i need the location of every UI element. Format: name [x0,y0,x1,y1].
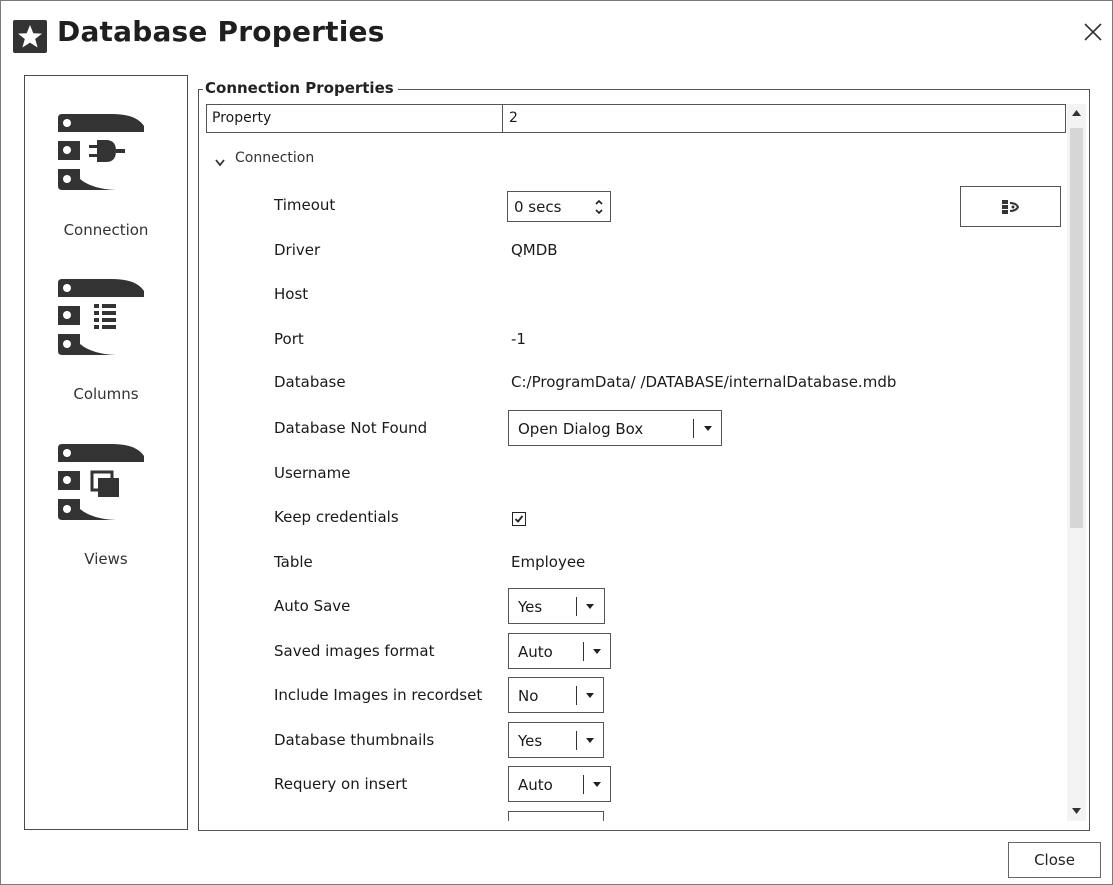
thumbnails-select[interactable]: Yes [508,722,604,758]
database-plug-icon [56,112,146,196]
dropdown-arrow-icon [593,782,601,787]
port-value[interactable]: -1 [511,330,526,348]
group-title: Connection Properties [203,79,398,97]
keep-credentials-checkbox[interactable] [512,512,526,526]
database-columns-icon [56,277,146,361]
scroll-down-icon[interactable] [1071,807,1082,815]
select-value: No [518,687,539,705]
select-value: Yes [518,598,543,616]
sidebar-item-label: Views [84,550,128,568]
sidebar-item-views[interactable]: Views [25,442,187,592]
auto-save-label: Auto Save [274,597,351,615]
partial-select[interactable] [508,811,604,821]
include-images-label: Include Images in recordset [274,686,483,704]
database-views-icon [56,442,146,526]
timeout-value[interactable]: 0 secs [514,198,561,216]
auto-save-select[interactable]: Yes [508,588,605,624]
chevron-down-icon[interactable] [214,153,226,172]
db-not-found-select[interactable]: Open Dialog Box [508,410,722,446]
timeout-label: Timeout [274,196,336,214]
scroll-up-icon[interactable] [1071,109,1082,117]
select-value: Auto [518,643,553,661]
saved-images-format-select[interactable]: Auto [508,633,611,669]
host-label: Host [274,285,309,303]
db-not-found-label: Database Not Found [274,419,428,437]
username-label: Username [274,464,351,482]
keep-credentials-label: Keep credentials [274,508,399,526]
driver-label: Driver [274,241,321,259]
scrollbar-thumb[interactable] [1070,128,1083,528]
database-label: Database [274,373,346,391]
database-connect-icon [1002,200,1020,214]
sidebar-item-label: Columns [73,385,139,403]
title-bar: Database Properties [1,1,1112,67]
saved-images-format-label: Saved images format [274,642,435,660]
section-connection[interactable]: Connection [235,150,314,166]
dropdown-arrow-icon [704,426,712,431]
dropdown-arrow-icon [593,649,601,654]
timeout-spinbox[interactable]: 0 secs [507,191,611,222]
dropdown-arrow-icon [586,738,594,743]
dropdown-arrow-icon [586,693,594,698]
header-property[interactable]: Property [207,105,503,132]
requery-label: Requery on insert [274,775,408,793]
connect-button[interactable] [960,186,1061,227]
sidebar-item-label: Connection [63,221,149,239]
select-value: Auto [518,776,553,794]
database-path[interactable]: C:/ProgramData/ /DATABASE/internalDataba… [511,373,896,391]
thumbnails-label: Database thumbnails [274,731,435,749]
spin-arrows-icon[interactable] [594,198,604,216]
table-label: Table [274,553,313,571]
dialog-window: Database Properties Connection Columns V… [0,0,1113,885]
window-title: Database Properties [57,15,385,48]
sidebar-item-connection[interactable]: Connection [25,112,187,262]
vertical-scrollbar[interactable] [1067,104,1086,821]
include-images-select[interactable]: No [508,677,604,713]
header-value[interactable]: 2 [509,110,518,126]
select-value: Open Dialog Box [518,420,644,438]
sidebar: Connection Columns Views [24,75,188,830]
star-icon [13,20,47,53]
table-header: Property 2 [206,104,1066,133]
close-button[interactable]: Close [1008,842,1101,878]
check-icon [514,515,524,523]
sidebar-item-columns[interactable]: Columns [25,277,187,427]
dropdown-arrow-icon [586,604,594,609]
requery-select[interactable]: Auto [508,766,611,802]
port-label: Port [274,330,304,348]
close-icon[interactable] [1082,21,1104,43]
select-value: Yes [518,732,543,750]
table-value[interactable]: Employee [511,553,585,571]
driver-value: QMDB [511,241,558,259]
